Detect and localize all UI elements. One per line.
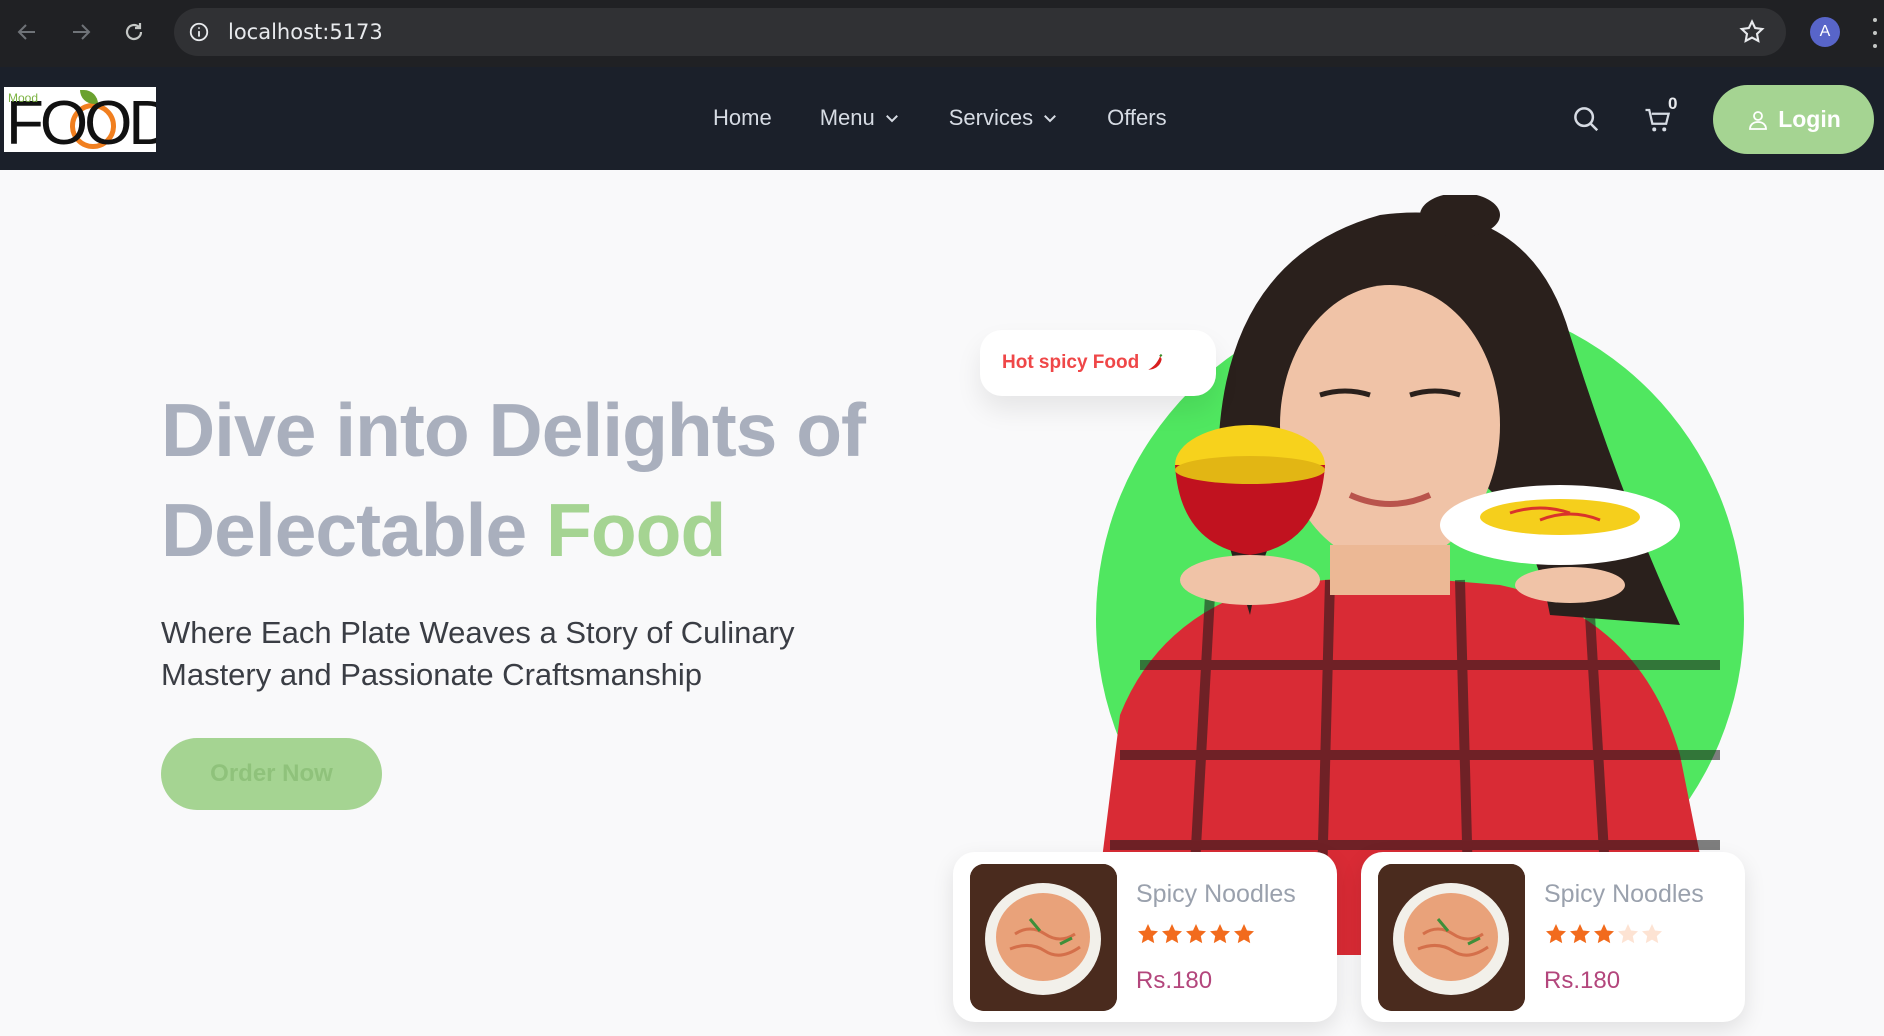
hero-title-accent: Food xyxy=(546,488,726,572)
nav-menu[interactable]: Menu xyxy=(820,105,901,131)
chili-icon xyxy=(1148,353,1163,370)
food-name: Spicy Noodles xyxy=(1136,880,1296,908)
main-nav: Home Menu Services Offers xyxy=(713,105,1215,131)
badge-label: Hot spicy Food xyxy=(1002,352,1140,373)
logo-tagline: Mood xyxy=(8,91,39,105)
hot-spicy-badge: Hot spicy Food xyxy=(980,330,1216,396)
forward-arrow-icon xyxy=(73,24,91,40)
star-filled-icon xyxy=(1546,924,1566,944)
cart-count-badge: 0 xyxy=(1668,94,1678,113)
reload-button[interactable] xyxy=(115,13,153,51)
star-filled-icon xyxy=(1186,924,1206,944)
logo[interactable]: FOOD Mood xyxy=(4,87,156,152)
woman-with-noodles-image xyxy=(1090,195,1720,955)
profile-avatar[interactable]: A xyxy=(1810,17,1840,47)
site-info-button[interactable] xyxy=(186,19,212,45)
star-icon[interactable] xyxy=(1738,18,1766,46)
order-now-button[interactable]: Order Now xyxy=(161,738,382,810)
chevron-down-icon xyxy=(1044,115,1057,123)
info-icon xyxy=(189,22,209,42)
login-label: Login xyxy=(1778,106,1841,132)
site-header: FOOD Mood Home Menu Services Offers 0 Lo… xyxy=(0,67,1884,170)
nav-label: Menu xyxy=(819,105,875,130)
star-filled-icon xyxy=(1162,924,1182,944)
star-filled-icon xyxy=(1234,924,1254,944)
star-empty-icon xyxy=(1618,924,1638,944)
food-price: Rs.180 xyxy=(1136,967,1213,994)
reload-icon xyxy=(125,23,143,41)
user-icon xyxy=(1749,110,1768,130)
nav-label: Offers xyxy=(1107,105,1167,130)
rating-stars xyxy=(1544,922,1664,946)
food-card[interactable]: Spicy Noodles Rs.180 xyxy=(1361,852,1745,1022)
chevron-down-icon xyxy=(885,115,898,123)
hero-title: Dive into Delights of Delectable Food xyxy=(161,380,941,580)
star-filled-icon xyxy=(1210,924,1230,944)
address-bar[interactable]: localhost:5173 xyxy=(174,8,1786,56)
nav-label: Home xyxy=(713,105,772,130)
back-button[interactable] xyxy=(8,13,46,51)
star-filled-icon xyxy=(1594,924,1614,944)
star-empty-icon xyxy=(1642,924,1662,944)
food-price: Rs.180 xyxy=(1544,967,1621,994)
browser-toolbar: localhost:5173 A xyxy=(0,0,1884,67)
url-text[interactable]: localhost:5173 xyxy=(228,20,383,44)
rating-stars xyxy=(1136,922,1256,946)
nav-home[interactable]: Home xyxy=(713,105,772,131)
nav-offers[interactable]: Offers xyxy=(1107,105,1167,131)
star-filled-icon xyxy=(1138,924,1158,944)
noodles-thumbnail xyxy=(970,864,1117,1011)
hero-subtitle: Where Each Plate Weaves a Story of Culin… xyxy=(161,615,795,692)
search-icon[interactable] xyxy=(1571,104,1601,134)
food-name: Spicy Noodles xyxy=(1544,880,1704,908)
login-button[interactable]: Login xyxy=(1713,85,1874,154)
nav-services[interactable]: Services xyxy=(949,105,1059,131)
back-arrow-icon xyxy=(17,24,35,40)
nav-label: Services xyxy=(948,105,1034,130)
star-filled-icon xyxy=(1570,924,1590,944)
hero-title-main: Dive into Delights of Delectable xyxy=(161,388,866,572)
noodles-thumbnail xyxy=(1378,864,1525,1011)
forward-button[interactable] xyxy=(62,13,100,51)
food-card[interactable]: Spicy Noodles Rs.180 xyxy=(953,852,1337,1022)
kebab-menu-icon[interactable] xyxy=(1870,18,1880,48)
